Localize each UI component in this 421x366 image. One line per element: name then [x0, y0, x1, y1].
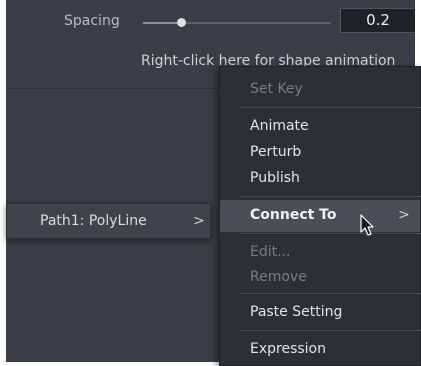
menu-item-perturb[interactable]: Perturb	[250, 144, 301, 160]
menu-item-paste-setting[interactable]: Paste Setting	[250, 304, 342, 320]
menu-separator	[240, 330, 421, 331]
path-submenu-item[interactable]: Path1: PolyLine >	[6, 203, 211, 239]
menu-item-remove[interactable]: Remove	[250, 269, 307, 285]
spacing-slider-fill	[143, 22, 181, 24]
menu-separator	[240, 196, 421, 197]
menu-item-animate[interactable]: Animate	[250, 118, 309, 134]
menu-item-connect-to[interactable]: Connect To >	[220, 200, 420, 232]
spacing-slider[interactable]	[143, 18, 331, 27]
chevron-right-icon: >	[398, 207, 410, 223]
menu-item-edit[interactable]: Edit...	[250, 244, 290, 260]
menu-separator	[240, 233, 421, 234]
context-menu: Set Key Animate Perturb Publish Connect …	[219, 66, 421, 366]
menu-item-expression[interactable]: Expression	[250, 341, 326, 357]
menu-item-connect-to-label: Connect To	[250, 207, 337, 223]
menu-separator	[240, 293, 421, 294]
menu-item-set-key[interactable]: Set Key	[250, 81, 303, 97]
chevron-right-icon: >	[193, 213, 205, 229]
spacing-label: Spacing	[64, 13, 120, 29]
path-submenu-label: Path1: PolyLine	[40, 213, 147, 229]
mouse-pointer-icon	[360, 214, 374, 236]
spacing-value-field[interactable]: 0.2	[340, 8, 415, 33]
menu-separator	[240, 107, 421, 108]
spacing-slider-knob[interactable]	[176, 18, 186, 27]
menu-item-publish[interactable]: Publish	[250, 170, 300, 186]
